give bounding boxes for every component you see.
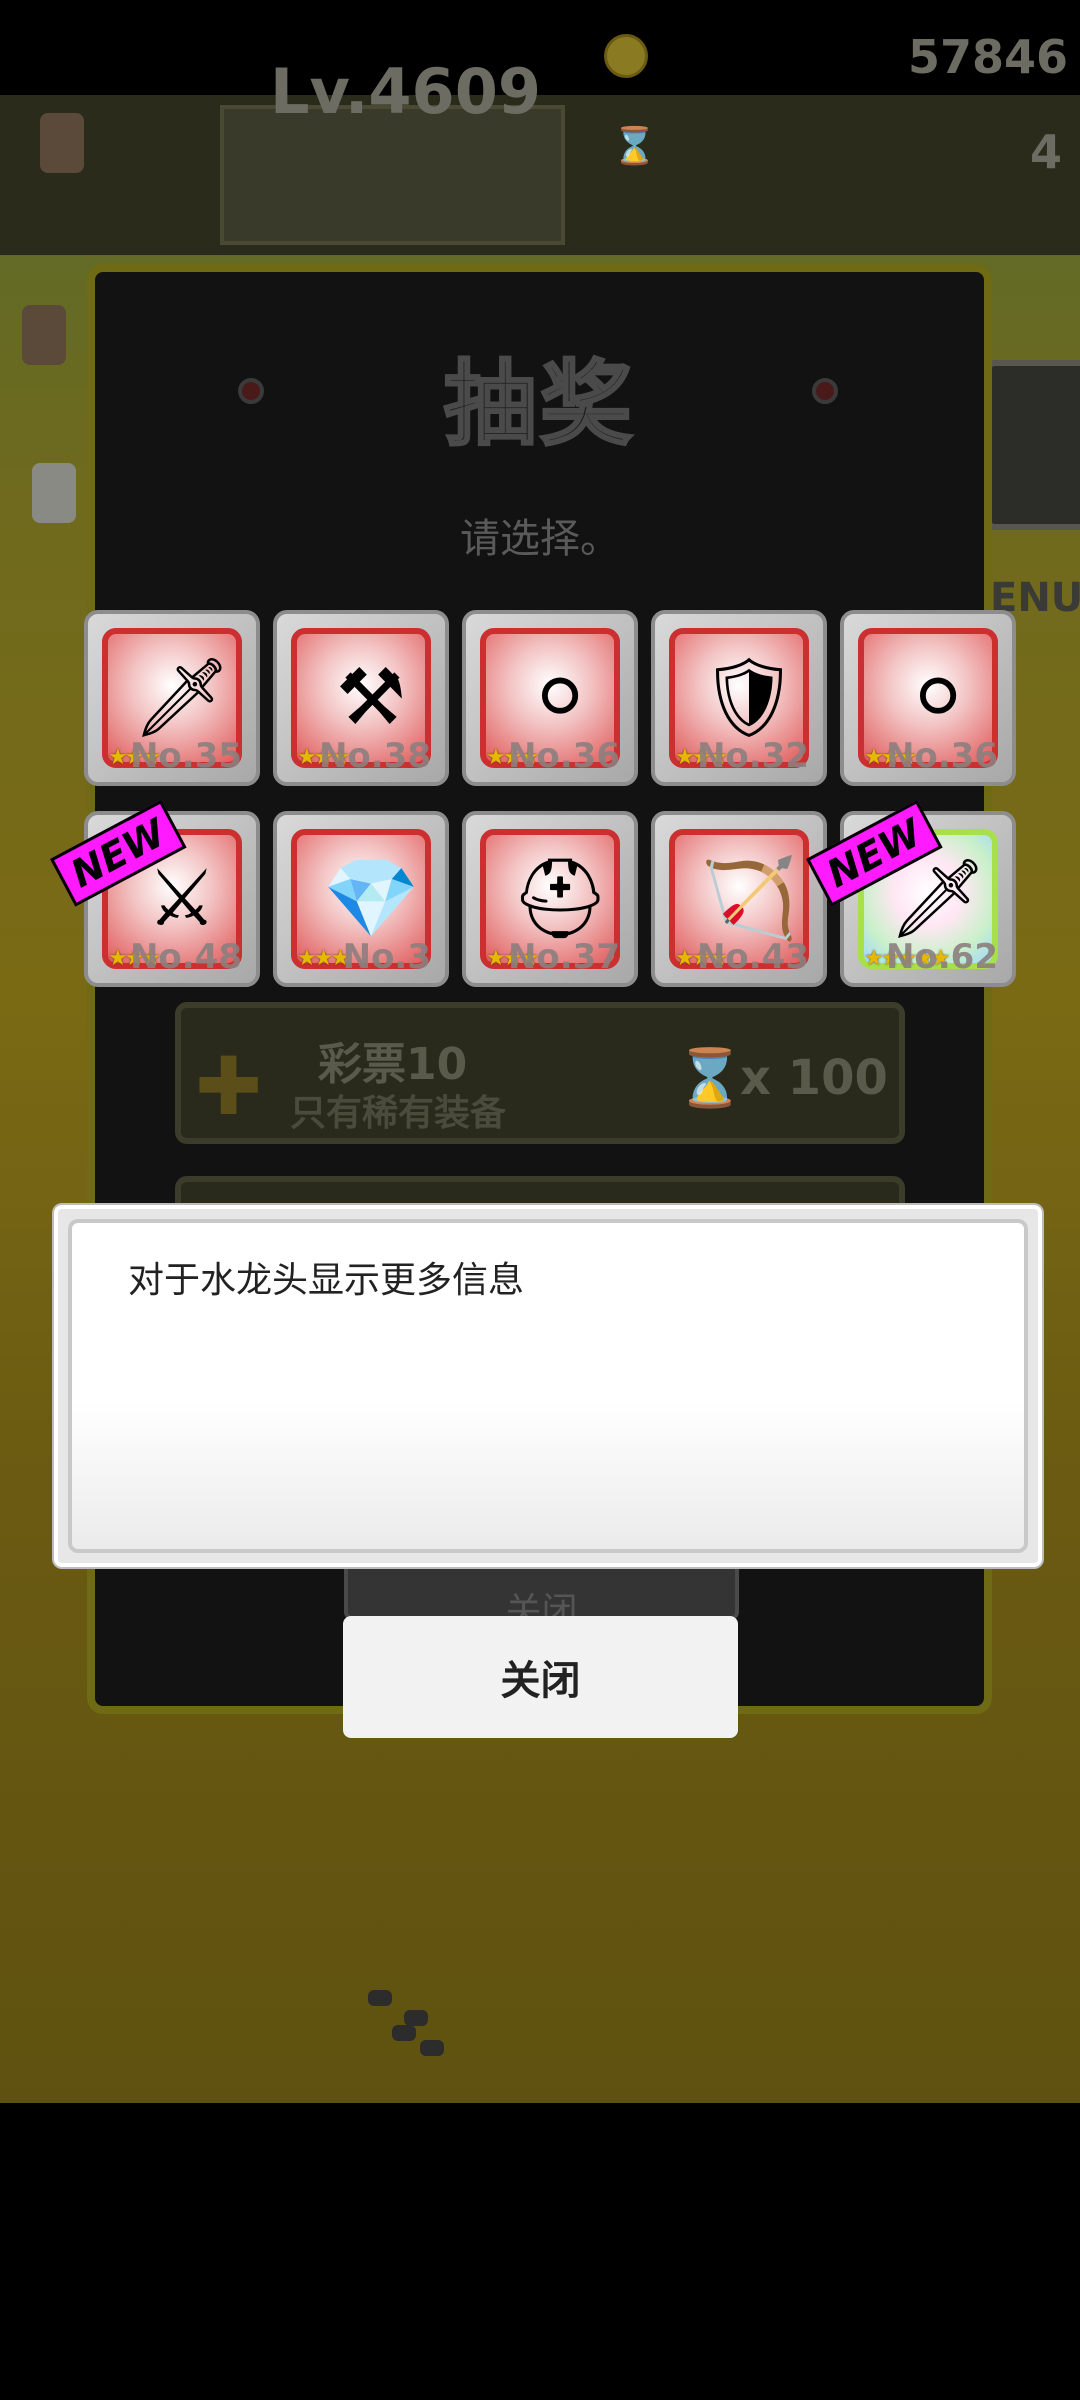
item-number: No.3 (342, 937, 431, 977)
lottery-name: 彩票10 (318, 1039, 468, 1090)
info-tooltip: 对于水龙头显示更多信息 (54, 1205, 1042, 1567)
rock (368, 1990, 392, 2006)
item-number: No.48 (129, 937, 242, 977)
tooltip-body: 对于水龙头显示更多信息 (68, 1219, 1028, 1553)
item-slot[interactable]: ⛑ ★★★ No.37 (462, 811, 638, 987)
screen: Lv.4609 57846 ⌛ 4 ENU 抽奖 请选择。 🗡 ★★★ No.35 ⚒… (0, 0, 1080, 2400)
item-icon: 🗡 (132, 653, 232, 743)
item-slot[interactable]: 🗡 ★★★ No.35 (84, 610, 260, 786)
coin-count: 57846 (907, 30, 1068, 84)
item-icon: 💎 (322, 854, 420, 944)
item-slot[interactable]: 🛡 ★★★ No.32 (651, 610, 827, 786)
item-number: No.36 (885, 736, 998, 776)
item-slot[interactable]: ⚒ ★★★ No.38 (273, 610, 449, 786)
item-icon: 🛡 (699, 653, 799, 743)
cross-icon: ✚ (195, 1040, 263, 1133)
panel-subtitle: 请选择。 (460, 516, 620, 562)
item-number: No.43 (696, 937, 809, 977)
item-number: No.37 (507, 937, 620, 977)
item-number: No.36 (507, 736, 620, 776)
rock (420, 2040, 444, 2056)
item-number: No.35 (129, 736, 242, 776)
item-icon: ⛑ (510, 854, 610, 944)
gem-icon (238, 378, 264, 404)
gem-icon (812, 378, 838, 404)
close-button[interactable]: 关闭 (343, 1616, 738, 1738)
item-slot[interactable]: 🏹 ★★★ No.43 (651, 811, 827, 987)
rock (404, 2010, 428, 2026)
item-slot[interactable]: ⚪ ★★★ No.36 (840, 610, 1016, 786)
item-slot[interactable]: ⚪ ★★★ No.36 (462, 610, 638, 786)
hourglass-icon: ⌛ (612, 126, 657, 167)
hourglass-icon: ⌛ (675, 1046, 745, 1111)
hero-sprite (40, 113, 84, 173)
lottery-description: 只有稀有装备 (290, 1093, 507, 1134)
tooltip-text: 对于水龙头显示更多信息 (128, 1260, 525, 1301)
ticket-count: 4 (1029, 125, 1062, 179)
rock (392, 2025, 416, 2041)
item-icon: 🏹 (700, 854, 798, 944)
item-number: No.62 (885, 937, 998, 977)
panel-title: 抽奖 (442, 350, 636, 460)
item-icon: ⚪ (905, 653, 971, 743)
item-icon: ⚒ (336, 653, 406, 743)
coin-icon (604, 34, 648, 78)
item-icon: ⚪ (527, 653, 593, 743)
item-slot[interactable]: 💎 ★★★ No.3 (273, 811, 449, 987)
item-number: No.38 (318, 736, 431, 776)
item-stars: ★★★ (297, 946, 350, 971)
item-number: No.32 (696, 736, 809, 776)
lottery-option-2[interactable] (175, 1176, 905, 1206)
lottery-cost: x 100 (740, 1050, 888, 1106)
level-label: Lv.4609 (270, 55, 541, 128)
